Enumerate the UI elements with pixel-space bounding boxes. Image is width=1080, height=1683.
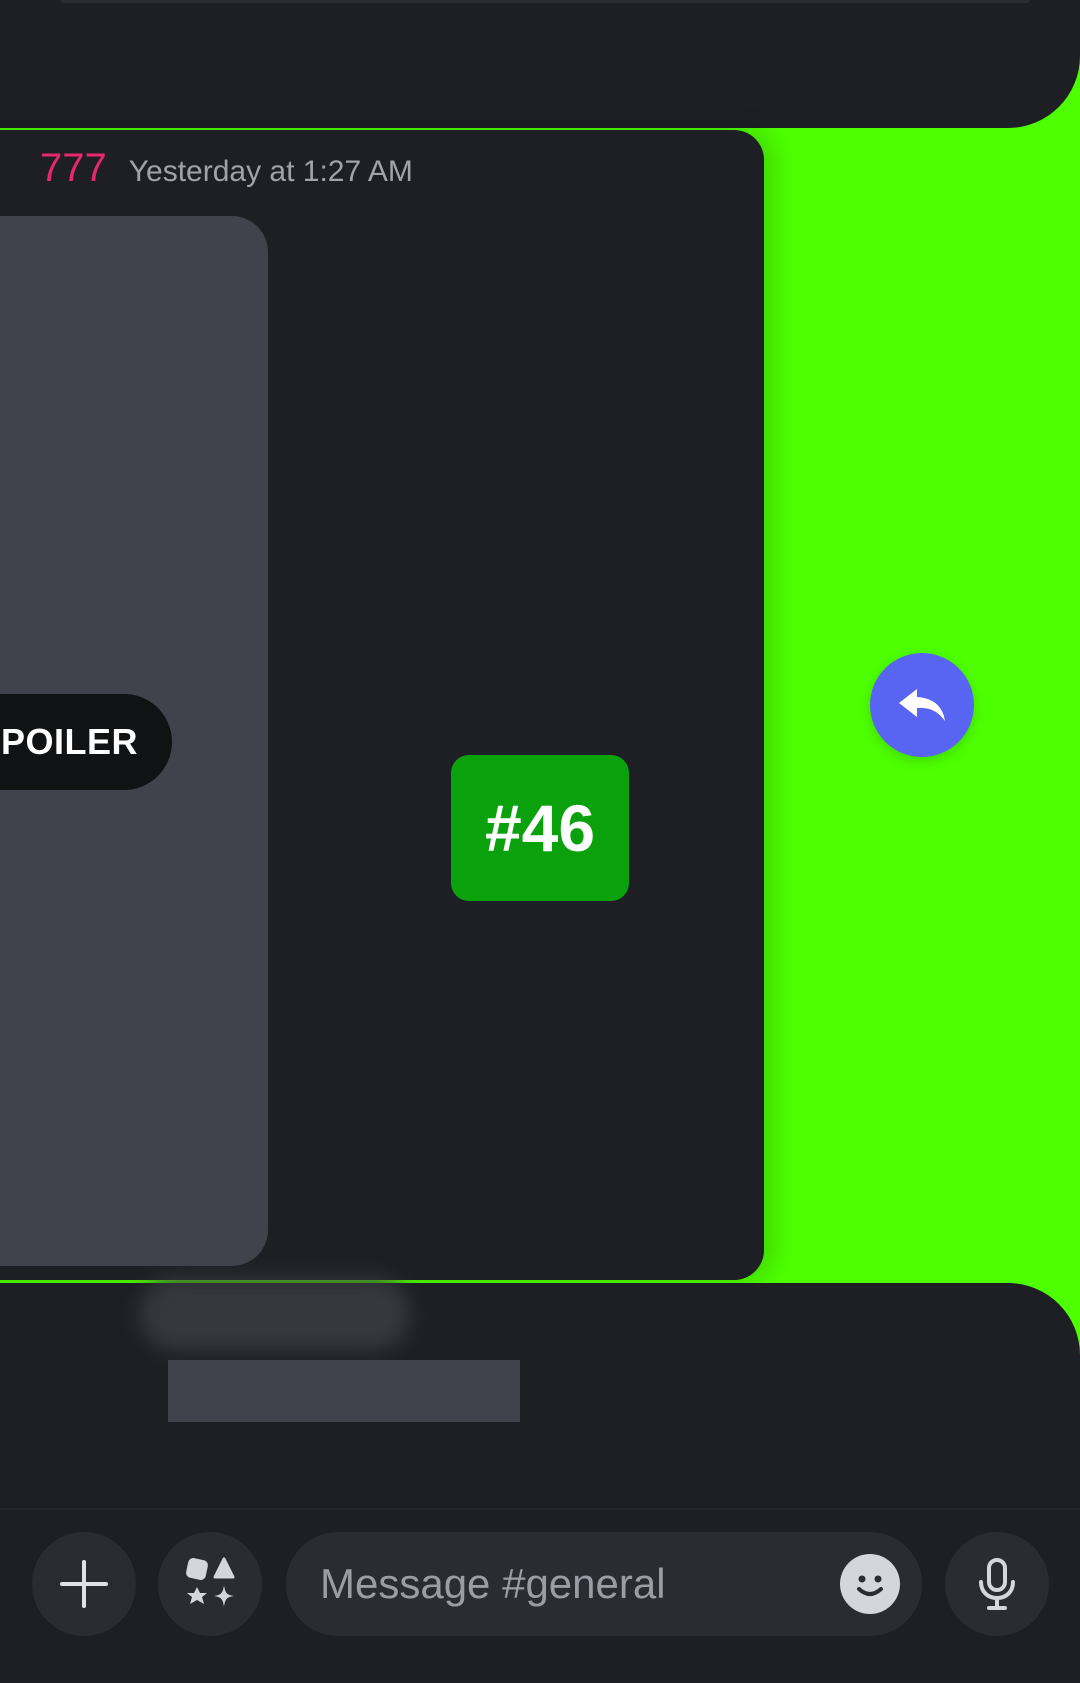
smiley-icon: [857, 1575, 883, 1596]
username[interactable]: 777: [40, 146, 107, 191]
spoiler-label[interactable]: SPOILER: [0, 694, 172, 790]
previous-message: [0, 0, 1080, 128]
message-input[interactable]: Message #general: [286, 1532, 922, 1636]
reply-button[interactable]: [870, 653, 974, 757]
message-input-placeholder: Message #general: [320, 1560, 666, 1607]
voice-message-button[interactable]: [945, 1532, 1049, 1636]
apps-button[interactable]: [158, 1532, 262, 1636]
message-header: 777 Yesterday at 1:27 AM: [40, 146, 413, 194]
plus-icon: [60, 1560, 108, 1608]
composer-divider: [0, 1508, 1080, 1510]
message-timestamp: Yesterday at 1:27 AM: [128, 155, 413, 188]
reply-arrow-icon: [899, 689, 945, 721]
previous-message-edge: [60, 0, 1030, 3]
microphone-icon: [979, 1558, 1015, 1610]
number-badge: #46: [451, 755, 629, 901]
apps-sparkle-icon: [186, 1557, 235, 1607]
redacted-content: [168, 1360, 520, 1422]
redacted-username-blur: [140, 1278, 410, 1350]
emoji-button[interactable]: [840, 1554, 900, 1614]
add-attachment-button[interactable]: [32, 1532, 136, 1636]
